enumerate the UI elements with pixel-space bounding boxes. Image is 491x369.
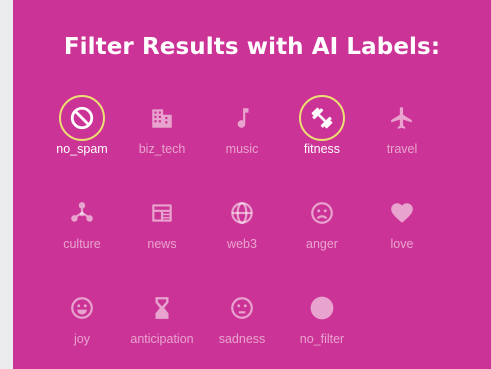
filter-anticipation[interactable]: anticipation (122, 285, 202, 369)
neutral-face-icon (231, 297, 253, 319)
filter-icon-ring (379, 95, 425, 141)
filter-icon-ring (219, 95, 265, 141)
music-note-icon (237, 108, 249, 128)
filter-icon-ring (219, 190, 265, 236)
filter-label: joy (74, 332, 90, 346)
filter-label: anticipation (130, 332, 194, 346)
filter-icon-ring (299, 285, 345, 331)
filter-icon-ring (59, 95, 105, 141)
filter-biz-tech[interactable]: biz_tech (122, 95, 202, 190)
filter-joy[interactable]: joy (42, 285, 122, 369)
filter-label: web3 (227, 237, 257, 251)
filter-label: travel (386, 142, 418, 156)
filter-icon-ring (299, 95, 345, 141)
filter-love[interactable]: love (362, 190, 442, 285)
culture-icon (71, 202, 93, 222)
heart-icon (391, 203, 413, 223)
filter-label: music (225, 142, 259, 156)
filter-icon-ring (139, 190, 185, 236)
filter-no-filter[interactable]: no_filter (282, 285, 362, 369)
filter-fitness[interactable]: fitness (282, 95, 362, 190)
filter-grid: no_spam biz_tech music fitness travel cu… (42, 95, 442, 369)
panel-title: Filter Results with AI Labels: (63, 34, 441, 60)
filter-icon-ring (379, 190, 425, 236)
filter-icon-ring (139, 285, 185, 331)
smile-face-icon (71, 297, 93, 319)
filter-sadness[interactable]: sadness (202, 285, 282, 369)
frown-face-icon (311, 202, 333, 224)
filter-anger[interactable]: anger (282, 190, 362, 285)
filter-label: culture (63, 237, 101, 251)
hourglass-icon (155, 297, 169, 319)
ai-label-filter-panel: Filter Results with AI Labels: no_spam b… (13, 0, 491, 369)
filter-label: sadness (218, 332, 266, 346)
newspaper-icon (152, 204, 172, 222)
filter-icon-ring (139, 95, 185, 141)
filter-news[interactable]: news (122, 190, 202, 285)
filter-label: fitness (303, 142, 341, 156)
filter-label: anger (306, 237, 338, 251)
filter-label: biz_tech (138, 142, 186, 156)
filter-no-spam[interactable]: no_spam (42, 95, 122, 190)
no-entry-icon (70, 106, 94, 130)
filter-icon-ring (59, 190, 105, 236)
dumbbell-icon (311, 107, 333, 129)
filter-culture[interactable]: culture (42, 190, 122, 285)
filter-label: news (147, 237, 177, 251)
circle-icon (310, 296, 334, 320)
building-icon (152, 109, 172, 128)
filter-music[interactable]: music (202, 95, 282, 190)
filter-label: love (390, 237, 414, 251)
filter-icon-ring (59, 285, 105, 331)
filter-label: no_spam (56, 142, 108, 156)
filter-web3[interactable]: web3 (202, 190, 282, 285)
filter-icon-ring (219, 285, 265, 331)
filter-label: no_filter (299, 332, 345, 346)
filter-icon-ring (299, 190, 345, 236)
globe-icon (231, 202, 253, 224)
airplane-icon (391, 107, 412, 129)
filter-travel[interactable]: travel (362, 95, 442, 190)
